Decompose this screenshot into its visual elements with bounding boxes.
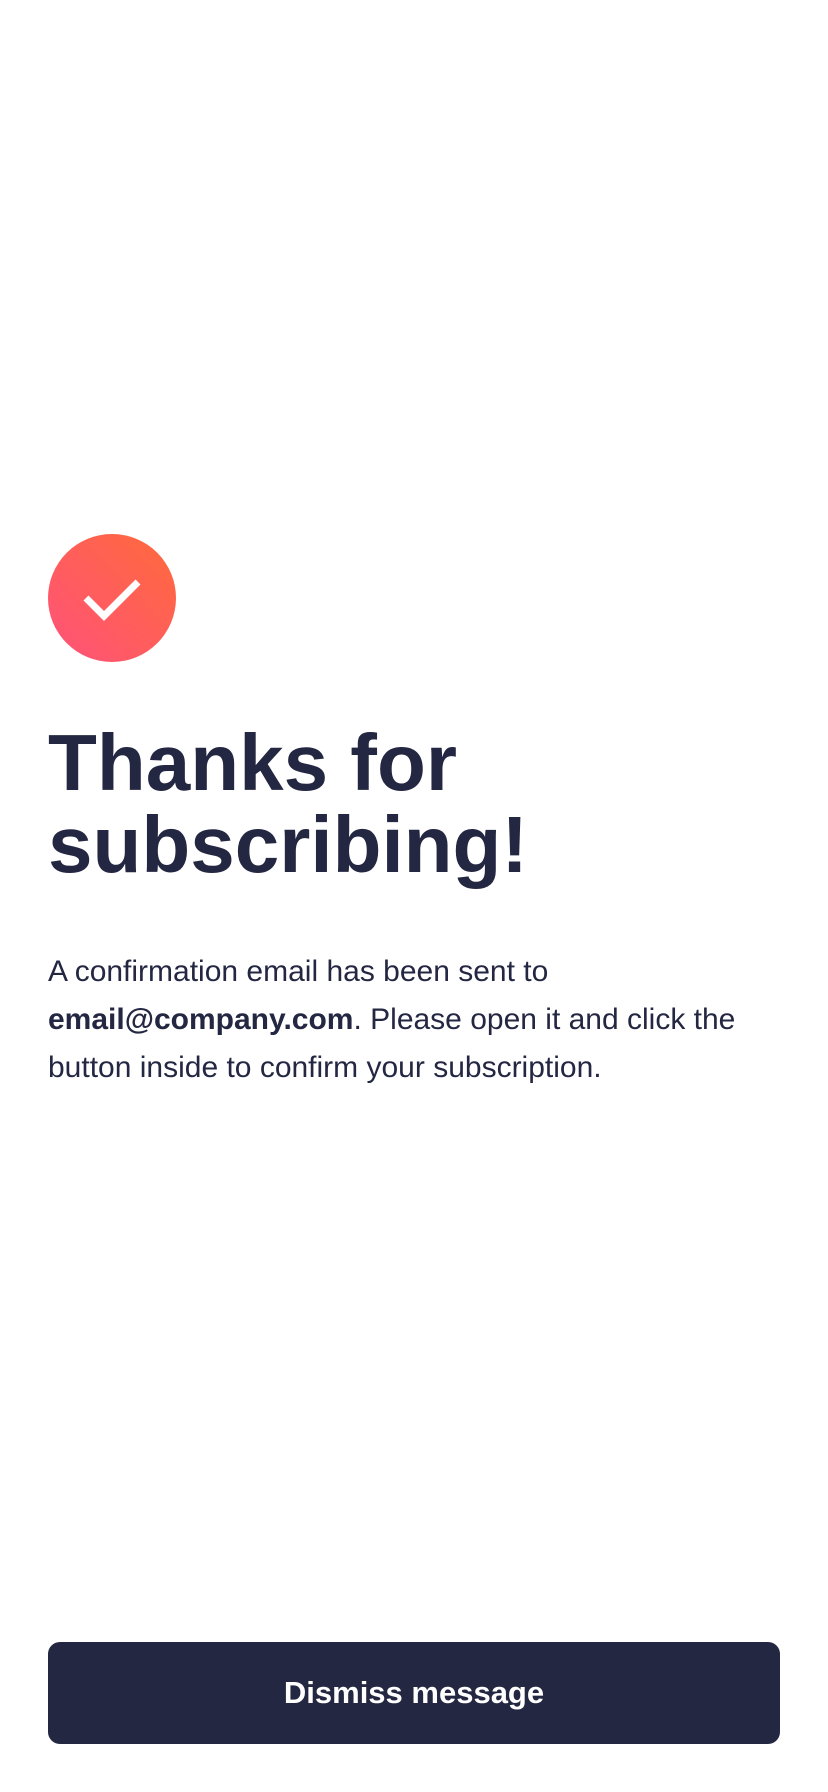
message-prefix: A confirmation email has been sent to [48,955,549,988]
title-line-2: subscribing! [48,800,529,889]
success-icon [48,534,176,662]
email-address: email@company.com [48,1003,354,1036]
confirmation-message: A confirmation email has been sent to em… [48,948,788,1092]
dismiss-button[interactable]: Dismiss message [48,1642,780,1744]
checkmark-icon [83,579,141,621]
page-title: Thanks for subscribing! [48,722,748,886]
title-line-1: Thanks for [48,718,457,807]
